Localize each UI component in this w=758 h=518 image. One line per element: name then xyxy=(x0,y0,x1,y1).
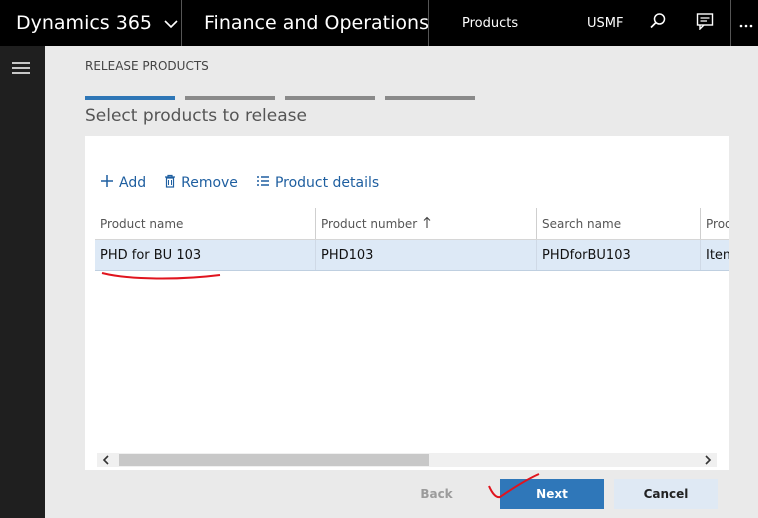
messages-button[interactable] xyxy=(690,0,720,46)
cell-search-name: PHDforBU103 xyxy=(536,240,700,270)
scrollbar-thumb[interactable] xyxy=(119,454,429,466)
chat-icon xyxy=(696,12,714,34)
column-header-product-number[interactable]: Product number xyxy=(315,208,536,239)
back-button[interactable]: Back xyxy=(399,479,474,509)
nav-divider xyxy=(428,0,429,46)
grid-toolbar: Add Remove Product details xyxy=(100,174,397,192)
nav-divider xyxy=(730,0,731,46)
cell-product-type: Item xyxy=(700,240,729,270)
wizard-step-4 xyxy=(385,96,475,100)
add-label: Add xyxy=(119,175,147,191)
cell-product-name: PHD for BU 103 xyxy=(100,247,202,263)
search-button[interactable] xyxy=(643,0,673,46)
wizard-step-1 xyxy=(85,96,175,100)
wizard-breadcrumb: RELEASE PRODUCTS xyxy=(85,59,209,73)
nav-divider xyxy=(181,0,182,46)
product-details-button[interactable]: Product details xyxy=(256,175,379,191)
list-details-icon xyxy=(256,175,275,191)
more-icon xyxy=(739,14,753,33)
products-grid: Product name Product number Search name … xyxy=(95,208,729,271)
page-title: Select products to release xyxy=(85,106,307,126)
left-nav-rail xyxy=(0,46,45,518)
top-nav-bar: Dynamics 365 Finance and Operations Prod… xyxy=(0,0,758,46)
breadcrumb-module[interactable]: Products xyxy=(462,0,518,46)
next-button[interactable]: Next xyxy=(500,479,604,509)
remove-button[interactable]: Remove xyxy=(164,174,238,192)
grid-header: Product name Product number Search name … xyxy=(95,208,729,240)
app-title: Finance and Operations xyxy=(204,12,429,34)
trash-icon xyxy=(164,174,181,192)
product-details-label: Product details xyxy=(274,175,380,191)
add-button[interactable]: Add xyxy=(100,174,146,192)
brand-name: Dynamics 365 xyxy=(16,12,152,34)
wizard-step-2 xyxy=(185,96,275,100)
table-row[interactable]: PHD for BU 103 PHD103 PHDforBU103 Item xyxy=(95,240,729,271)
column-header-product-type[interactable]: Product type xyxy=(700,208,729,239)
column-header-search-name[interactable]: Search name xyxy=(536,208,700,239)
products-card: Add Remove Product details Product name … xyxy=(85,136,729,470)
search-icon xyxy=(649,12,667,34)
horizontal-scrollbar[interactable] xyxy=(97,453,717,467)
company-picker[interactable]: USMF xyxy=(587,0,623,46)
cancel-button[interactable]: Cancel xyxy=(614,479,718,509)
cell-product-number: PHD103 xyxy=(315,240,536,270)
plus-icon xyxy=(100,174,119,192)
more-options-button[interactable] xyxy=(734,0,758,46)
scroll-left-icon[interactable] xyxy=(99,453,113,467)
remove-label: Remove xyxy=(181,175,238,191)
wizard-step-3 xyxy=(285,96,375,100)
brand-switcher[interactable]: Dynamics 365 xyxy=(16,0,178,46)
hamburger-icon[interactable] xyxy=(10,59,32,77)
scroll-right-icon[interactable] xyxy=(701,453,715,467)
sort-ascending-icon xyxy=(423,216,431,232)
chevron-down-icon xyxy=(164,12,178,34)
column-header-product-name[interactable]: Product name xyxy=(95,208,305,239)
